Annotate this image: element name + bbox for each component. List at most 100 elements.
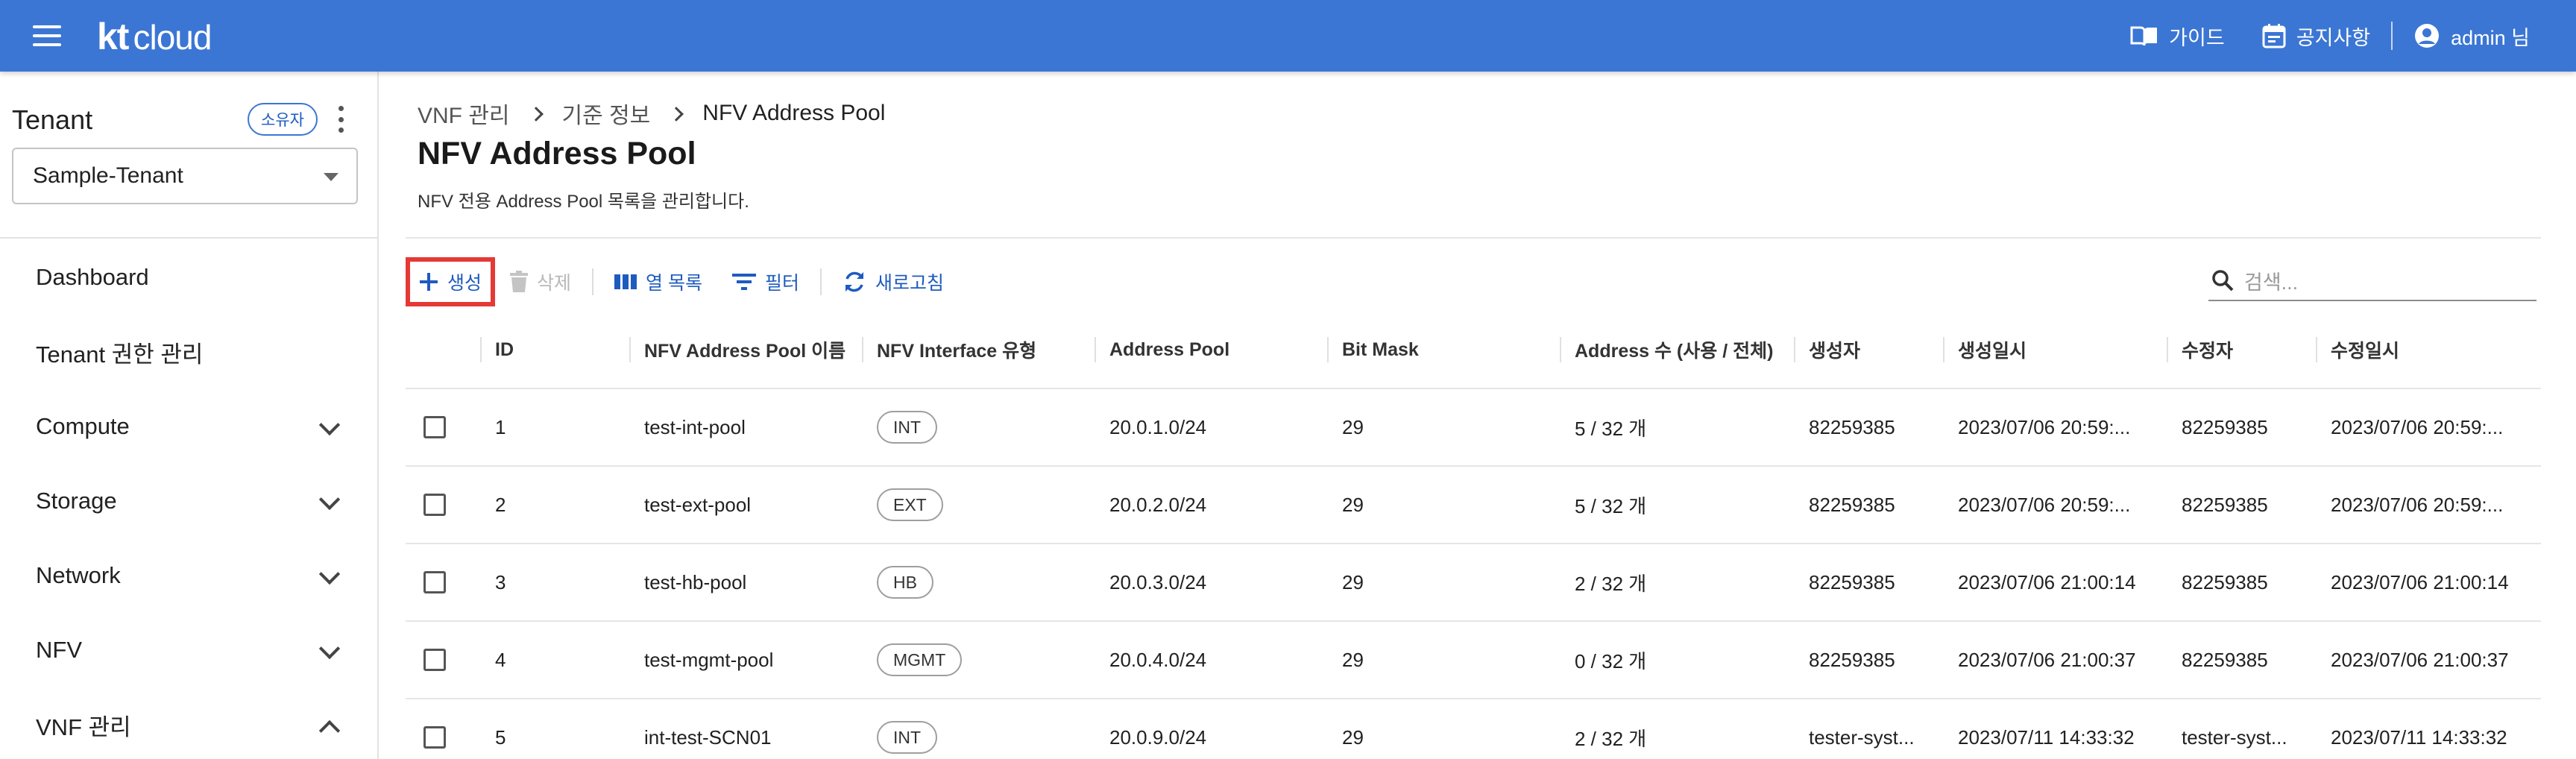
chevron-down-icon (318, 414, 341, 436)
row-checkbox[interactable] (423, 571, 446, 593)
tenant-title: Tenant (12, 104, 93, 135)
cell-modifier: tester-syst... (2182, 725, 2287, 749)
breadcrumb-item[interactable]: VNF 관리 (418, 97, 510, 130)
column-header-modifier[interactable]: 수정자 (2182, 312, 2316, 388)
cell-pool-name: test-hb-pool (644, 570, 747, 593)
user-label: admin 님 (2451, 26, 2530, 49)
column-header-created-at[interactable]: 생성일시 (1958, 312, 2167, 388)
sidebar-item-label: Storage (36, 488, 117, 514)
cell-address-count: 2 / 32 개 (1575, 727, 1647, 750)
cell-modified-at: 2023/07/06 20:59:... (2331, 493, 2504, 516)
cell-modifier: 82259385 (2182, 570, 2268, 593)
logo-cloud: cloud (133, 18, 212, 57)
delete-button[interactable]: 삭제 (495, 257, 586, 306)
column-header-pool-name[interactable]: NFV Address Pool 이름 (644, 312, 868, 388)
menu-icon[interactable] (33, 25, 61, 46)
sidebar-item-label: Compute (36, 413, 130, 439)
cell-address-count: 2 / 32 개 (1575, 572, 1647, 595)
table-row[interactable]: 4 test-mgmt-pool MGMT 20.0.4.0/24 29 0 /… (406, 622, 2541, 699)
sidebar-item-tenant-permissions[interactable]: Tenant 권한 관리 (0, 315, 377, 389)
cell-pool-name: int-test-SCN01 (644, 725, 772, 749)
sidebar-item-dashboard[interactable]: Dashboard (0, 240, 377, 315)
sidebar-item-nfv[interactable]: NFV (0, 613, 377, 687)
sidebar-item-label: Tenant 권한 관리 (36, 341, 204, 368)
table-row[interactable]: 3 test-hb-pool HB 20.0.3.0/24 29 2 / 32 … (406, 544, 2541, 622)
guide-link[interactable]: 가이드 (2130, 22, 2225, 51)
row-checkbox[interactable] (423, 726, 446, 749)
table-row[interactable]: 1 test-int-pool INT 20.0.1.0/24 29 5 / 3… (406, 389, 2541, 467)
chevron-down-icon (318, 563, 341, 585)
cell-created-at: 2023/07/06 20:59:... (1958, 415, 2131, 438)
delete-label: 삭제 (537, 273, 572, 294)
toolbar-divider (592, 268, 594, 295)
tenant-select[interactable]: Sample-Tenant (12, 148, 358, 204)
sidebar-item-compute[interactable]: Compute (0, 389, 377, 464)
column-header-bit-mask[interactable]: Bit Mask (1342, 312, 1566, 388)
cell-modifier: 82259385 (2182, 415, 2268, 438)
table-header: ID NFV Address Pool 이름 NFV Interface 유형 … (406, 312, 2541, 389)
row-checkbox[interactable] (423, 416, 446, 438)
cell-id: 5 (495, 725, 506, 749)
calendar-icon (2262, 24, 2286, 48)
sidebar-item-vnf-management[interactable]: VNF 관리 (0, 687, 377, 759)
cell-creator: 82259385 (1809, 570, 1895, 593)
refresh-icon (845, 271, 863, 292)
column-separator (1095, 337, 1096, 362)
cell-created-at: 2023/07/11 14:33:32 (1958, 725, 2135, 749)
cell-creator: 82259385 (1809, 415, 1895, 438)
columns-button[interactable]: 열 목록 (599, 257, 717, 306)
cell-created-at: 2023/07/06 20:59:... (1958, 493, 2131, 516)
column-header-modified-at[interactable]: 수정일시 (2331, 312, 2539, 388)
refresh-button[interactable]: 새로고침 (828, 257, 959, 306)
header-divider (2391, 22, 2393, 50)
trash-icon (510, 271, 529, 292)
breadcrumb-item[interactable]: 기준 정보 (562, 97, 651, 130)
cell-creator: tester-syst... (1809, 725, 1915, 749)
chevron-right-icon (528, 107, 544, 122)
column-separator (2316, 337, 2317, 362)
page-description: NFV 전용 Address Pool 목록을 관리합니다. (418, 192, 749, 212)
sidebar-item-network[interactable]: Network (0, 538, 377, 613)
interface-type-chip: MGMT (877, 643, 963, 676)
column-header-interface-type[interactable]: NFV Interface 유형 (877, 312, 1100, 388)
cell-id: 4 (495, 648, 506, 671)
create-button[interactable]: 생성 (406, 257, 496, 306)
cell-bit-mask: 29 (1342, 648, 1364, 671)
column-header-address-count[interactable]: Address 수 (사용 / 전체) (1575, 312, 1798, 388)
column-separator (1327, 337, 1329, 362)
breadcrumb-current: NFV Address Pool (702, 101, 886, 125)
row-checkbox[interactable] (423, 494, 446, 516)
chevron-down-icon (318, 637, 341, 660)
kt-cloud-logo[interactable]: kt cloud (97, 15, 212, 58)
plus-icon (420, 273, 438, 291)
book-icon (2130, 26, 2158, 46)
page-title: NFV Address Pool (418, 136, 696, 171)
user-menu[interactable]: admin 님 (2413, 22, 2530, 51)
cell-pool-name: test-ext-pool (644, 493, 752, 516)
column-header-creator[interactable]: 생성자 (1809, 312, 1943, 388)
column-header-id[interactable]: ID (495, 312, 629, 388)
main-divider (406, 237, 2541, 239)
more-vert-icon[interactable] (336, 106, 346, 133)
search-field[interactable]: 검색... (2208, 261, 2536, 301)
column-separator (1943, 337, 1944, 362)
sidebar-item-storage[interactable]: Storage (0, 464, 377, 538)
cell-bit-mask: 29 (1342, 415, 1364, 438)
notice-link[interactable]: 공지사항 (2262, 22, 2370, 51)
owner-badge: 소유자 (248, 103, 318, 136)
column-separator (629, 337, 631, 362)
cell-address-count: 5 / 32 개 (1575, 494, 1647, 517)
cell-id: 3 (495, 570, 506, 593)
guide-label: 가이드 (2169, 26, 2225, 49)
cell-address-pool: 20.0.3.0/24 (1109, 570, 1207, 593)
sidebar: Tenant 소유자 Sample-Tenant Dashboard Tenan… (0, 72, 379, 759)
table-row[interactable]: 2 test-ext-pool EXT 20.0.2.0/24 29 5 / 3… (406, 467, 2541, 544)
filter-button[interactable]: 필터 (717, 257, 814, 306)
column-header-address-pool[interactable]: Address Pool (1109, 312, 1333, 388)
cell-created-at: 2023/07/06 21:00:37 (1958, 648, 2136, 671)
row-checkbox[interactable] (423, 649, 446, 671)
cell-created-at: 2023/07/06 21:00:14 (1958, 570, 2136, 593)
breadcrumb: VNF 관리 기준 정보 NFV Address Pool (418, 97, 885, 130)
table-row[interactable]: 5 int-test-SCN01 INT 20.0.9.0/24 29 2 / … (406, 699, 2541, 759)
search-input[interactable]: 검색... (2244, 266, 2298, 295)
